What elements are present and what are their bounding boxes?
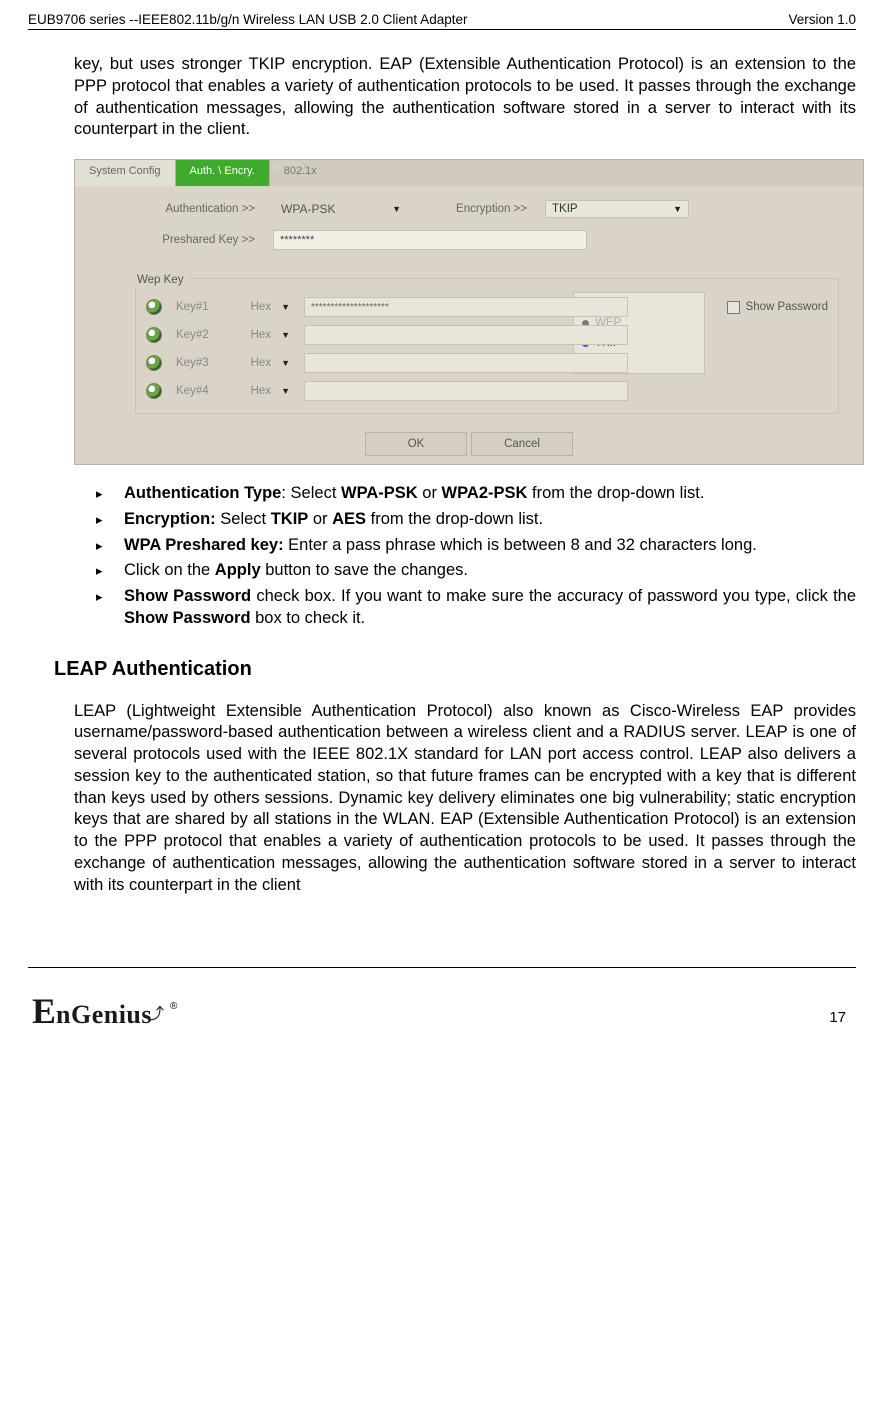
key2-input[interactable]: [304, 325, 628, 345]
auth-label: Authentication >>: [135, 203, 255, 215]
bullet-list: ▸ Authentication Type: Select WPA-PSK or…: [96, 483, 856, 630]
arrow-icon: ▸: [96, 586, 124, 630]
header-left: EUB9706 series --IEEE802.11b/g/n Wireles…: [28, 12, 467, 27]
cancel-button[interactable]: Cancel: [471, 432, 573, 456]
enc-value: TKIP: [552, 203, 578, 215]
arrow-icon: ▸: [96, 509, 124, 531]
psk-label: Preshared Key >>: [135, 234, 255, 246]
tab-8021x[interactable]: 802.1x: [270, 160, 306, 172]
bullet-show-password: Show Password check box. If you want to …: [124, 586, 856, 630]
key2-label: Key#2: [176, 329, 216, 341]
arrow-icon: ▸: [96, 483, 124, 505]
key2-radio[interactable]: [146, 327, 162, 343]
ok-button[interactable]: OK: [365, 432, 467, 456]
header-right: Version 1.0: [788, 12, 856, 27]
key4-format[interactable]: Hex▼: [230, 385, 290, 397]
page-number: 17: [829, 1009, 852, 1032]
key1-label: Key#1: [176, 301, 216, 313]
bullet-encryption: Encryption: Select TKIP or AES from the …: [124, 509, 856, 531]
key2-format[interactable]: Hex▼: [230, 329, 290, 341]
tab-system-config[interactable]: System Config: [75, 160, 176, 186]
key4-radio[interactable]: [146, 383, 162, 399]
engenius-logo: EnGenius⤴®: [32, 990, 175, 1032]
bullet-auth-type: Authentication Type: Select WPA-PSK or W…: [124, 483, 856, 505]
chevron-down-icon: ▼: [392, 204, 401, 214]
key3-label: Key#3: [176, 357, 216, 369]
key1-input[interactable]: ********************: [304, 297, 628, 317]
key4-input[interactable]: [304, 381, 628, 401]
bullet-apply: Click on the Apply button to save the ch…: [124, 560, 856, 582]
leap-paragraph: LEAP (Lightweight Extensible Authenticat…: [74, 701, 856, 897]
page-footer: EnGenius⤴® 17: [28, 967, 856, 1032]
wep-legend: Wep Key: [131, 274, 189, 286]
key1-radio[interactable]: [146, 299, 162, 315]
auth-value: WPA-PSK: [281, 202, 335, 216]
intro-paragraph: key, but uses stronger TKIP encryption. …: [74, 54, 856, 141]
checkbox-icon: [727, 301, 740, 314]
tab-auth-encry[interactable]: Auth. \ Encry.: [176, 160, 270, 186]
key3-format[interactable]: Hex▼: [230, 357, 290, 369]
chevron-down-icon: ▼: [673, 204, 682, 214]
key4-label: Key#4: [176, 385, 216, 397]
enc-label: Encryption >>: [427, 203, 527, 215]
config-screenshot: System Config Auth. \ Encry. 802.1x Auth…: [74, 159, 864, 465]
key3-input[interactable]: [304, 353, 628, 373]
page-header: EUB9706 series --IEEE802.11b/g/n Wireles…: [28, 12, 856, 30]
psk-input[interactable]: ********: [273, 230, 587, 250]
encryption-select[interactable]: TKIP ▼: [545, 200, 689, 218]
arrow-icon: ▸: [96, 535, 124, 557]
key3-radio[interactable]: [146, 355, 162, 371]
key1-format[interactable]: Hex▼: [230, 301, 290, 313]
auth-select[interactable]: WPA-PSK ▼: [273, 200, 409, 218]
arrow-icon: ▸: [96, 560, 124, 582]
show-password-checkbox[interactable]: Show Password: [727, 301, 828, 314]
bullet-preshared-key: WPA Preshared key: Enter a pass phrase w…: [124, 535, 856, 557]
section-title-leap: LEAP Authentication: [54, 658, 856, 681]
